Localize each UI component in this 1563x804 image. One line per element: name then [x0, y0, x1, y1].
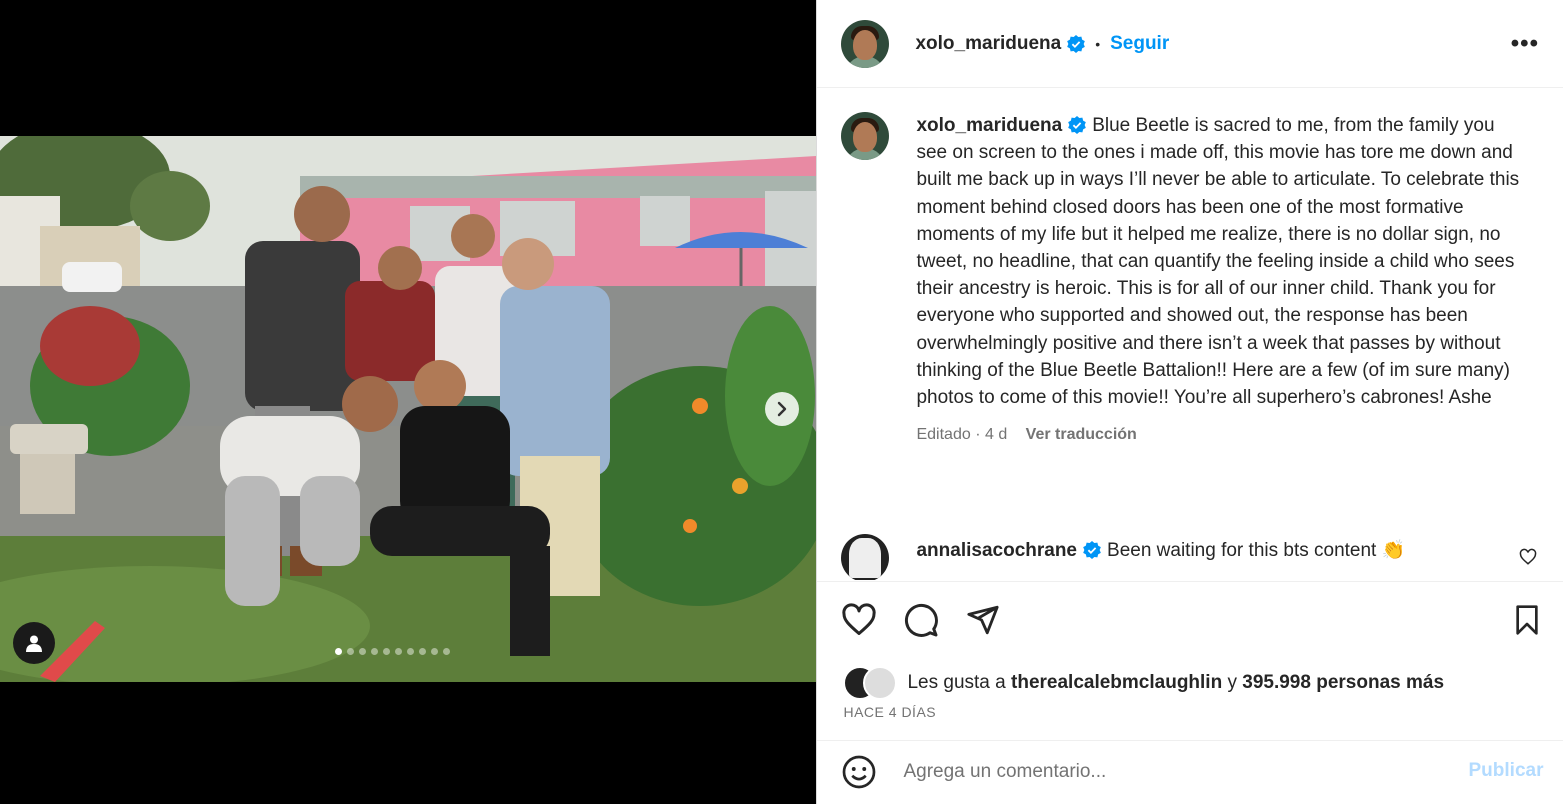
carousel-dot	[443, 648, 450, 655]
media-pane	[0, 0, 817, 804]
bookmark-icon	[1516, 605, 1539, 635]
post-photo[interactable]	[0, 136, 817, 682]
user-tag-icon	[26, 635, 42, 652]
comment-input[interactable]	[901, 760, 1426, 784]
carousel-indicator	[335, 648, 450, 655]
comment-body: annalisacochrane Been waiting for this b…	[916, 538, 1405, 562]
post-date[interactable]: HACE 4 DÍAS	[843, 704, 936, 720]
instagram-post-modal: xolo_mariduena • Seguir ••• xolo_maridue…	[0, 0, 1563, 804]
like-button[interactable]	[839, 600, 879, 640]
publish-button[interactable]: Publicar	[1469, 760, 1544, 782]
share-icon	[967, 605, 1000, 635]
carousel-dot	[407, 648, 414, 655]
follow-button[interactable]: Seguir	[1110, 33, 1169, 55]
caption-meta: Editado · 4 d Ver traducción	[916, 421, 1526, 448]
commenter-username[interactable]: annalisacochrane	[916, 540, 1077, 561]
add-comment-bar: Publicar	[817, 740, 1563, 804]
share-button[interactable]	[963, 600, 1003, 640]
post-header: xolo_mariduena • Seguir •••	[817, 0, 1563, 88]
separator-dot: •	[1095, 35, 1101, 52]
caption-text: Blue Beetle is sacred to me, from the fa…	[916, 115, 1520, 409]
next-photo-button[interactable]	[765, 392, 799, 426]
emoji-icon[interactable]	[841, 754, 877, 790]
liker-username[interactable]: therealcalebmclaughlin	[1011, 672, 1222, 693]
post-sidebar: xolo_mariduena • Seguir ••• xolo_maridue…	[816, 0, 1563, 804]
translate-link[interactable]: Ver traducción	[1026, 426, 1137, 443]
post-caption: xolo_mariduena Blue Beetle is sacred to …	[841, 112, 1526, 448]
author-username[interactable]: xolo_mariduena	[915, 33, 1061, 55]
verified-badge-icon	[1083, 541, 1101, 559]
carousel-dot	[419, 648, 426, 655]
carousel-dot	[335, 648, 342, 655]
caption-avatar[interactable]	[841, 112, 890, 160]
carousel-dot	[395, 648, 402, 655]
verified-badge-icon	[1067, 34, 1086, 53]
author-avatar[interactable]	[841, 19, 890, 68]
post-actions: Les gusta a therealcalebmclaughlin y 395…	[817, 581, 1563, 741]
comment-icon	[905, 603, 939, 637]
liker-avatar	[863, 666, 898, 700]
more-options-icon[interactable]: •••	[1511, 30, 1539, 58]
likes-count[interactable]: 395.998 personas más	[1242, 672, 1444, 693]
caption-username[interactable]: xolo_mariduena	[916, 115, 1062, 136]
carousel-dot	[431, 648, 438, 655]
comments-area: xolo_mariduena Blue Beetle is sacred to …	[817, 88, 1563, 580]
header-username-row: xolo_mariduena • Seguir	[915, 33, 1169, 55]
save-button[interactable]	[1507, 600, 1547, 640]
carousel-dot	[359, 648, 366, 655]
carousel-dot	[347, 648, 354, 655]
comment-text: Been waiting for this bts content 👏	[1107, 540, 1406, 561]
comment-item: annalisacochrane Been waiting for this b…	[841, 534, 1541, 580]
heart-icon[interactable]	[1519, 548, 1537, 566]
user-tag-button[interactable]	[13, 622, 55, 664]
heart-icon	[842, 603, 877, 635]
verified-badge-icon	[1068, 116, 1087, 134]
chevron-right-icon	[777, 401, 787, 417]
action-icons	[839, 600, 1003, 640]
comment-button[interactable]	[901, 600, 941, 640]
caption-body: xolo_mariduena Blue Beetle is sacred to …	[916, 112, 1526, 448]
commenter-avatar[interactable]	[841, 534, 890, 580]
likes-prefix: Les gusta a	[907, 672, 1006, 693]
likes-connector: y	[1227, 672, 1237, 693]
likes-text: Les gusta a therealcalebmclaughlin y 395…	[907, 672, 1444, 694]
carousel-dot	[371, 648, 378, 655]
carousel-dot	[383, 648, 390, 655]
likes-summary: Les gusta a therealcalebmclaughlin y 395…	[843, 666, 1444, 700]
edited-time: Editado · 4 d	[916, 426, 1008, 444]
